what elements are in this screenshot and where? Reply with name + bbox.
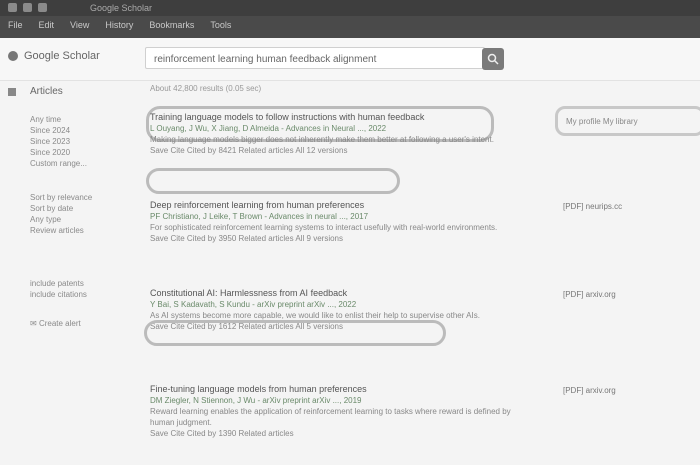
result-links[interactable]: Save Cite Cited by 3950 Related articles… xyxy=(150,233,520,244)
result-title[interactable]: Constitutional AI: Harmlessness from AI … xyxy=(150,288,520,299)
result-title[interactable]: Training language models to follow instr… xyxy=(150,112,520,123)
articles-icon xyxy=(8,88,16,96)
sidebar-item-review-articles[interactable]: Review articles xyxy=(30,225,92,236)
result-item: Deep reinforcement learning from human p… xyxy=(150,200,520,244)
sidebar-item-sort-relevance[interactable]: Sort by relevance xyxy=(30,192,92,203)
include-filter: include patents include citations xyxy=(30,278,87,300)
result-links[interactable]: Save Cite Cited by 8421 Related articles… xyxy=(150,145,520,156)
logo[interactable]: Google Scholar xyxy=(8,50,100,62)
menu-item[interactable]: Edit xyxy=(39,20,55,30)
profile-box[interactable]: My profile My library xyxy=(555,106,700,136)
result-links[interactable]: Save Cite Cited by 1390 Related articles xyxy=(150,428,520,439)
pdf-label[interactable]: [PDF] neurips.cc xyxy=(563,202,622,211)
include-citations-checkbox[interactable]: include citations xyxy=(30,289,87,300)
scholar-header: Google Scholar xyxy=(0,38,700,81)
result-item: Training language models to follow instr… xyxy=(150,112,520,156)
window-controls xyxy=(8,3,47,12)
result-snippet: For sophisticated reinforcement learning… xyxy=(150,223,498,232)
menu-bar: File Edit View History Bookmarks Tools xyxy=(8,20,231,30)
menu-item[interactable]: Bookmarks xyxy=(149,20,194,30)
menu-item[interactable]: File xyxy=(8,20,23,30)
profile-links[interactable]: My profile My library xyxy=(566,117,638,126)
menu-item[interactable]: View xyxy=(70,20,89,30)
result-title[interactable]: Deep reinforcement learning from human p… xyxy=(150,200,520,211)
search-box[interactable] xyxy=(145,47,485,70)
sidebar-item-since-2020[interactable]: Since 2020 xyxy=(30,147,87,158)
browser-chrome: Google Scholar File Edit View History Bo… xyxy=(0,0,700,38)
annotation-oval xyxy=(144,320,446,346)
sort-filter: Sort by relevance Sort by date Any type … xyxy=(30,192,92,236)
sidebar-title: Articles xyxy=(8,86,63,97)
minimize-window-icon[interactable] xyxy=(23,3,32,12)
menu-icon[interactable] xyxy=(8,51,18,61)
result-snippet: Making language models bigger does not i… xyxy=(150,135,494,144)
create-alert-link[interactable]: ✉ Create alert xyxy=(30,318,81,329)
tab-title[interactable]: Google Scholar xyxy=(90,3,152,13)
include-patents-checkbox[interactable]: include patents xyxy=(30,278,87,289)
sidebar-item-since-2024[interactable]: Since 2024 xyxy=(30,125,87,136)
close-window-icon[interactable] xyxy=(8,3,17,12)
pdf-label[interactable]: [PDF] arxiv.org xyxy=(563,290,616,299)
create-alert[interactable]: ✉ Create alert xyxy=(30,318,81,329)
create-alert-label: Create alert xyxy=(38,319,81,328)
maximize-window-icon[interactable] xyxy=(38,3,47,12)
sidebar-item-any-time[interactable]: Any time xyxy=(30,114,87,125)
alert-icon: ✉ xyxy=(30,319,39,328)
sidebar-item-since-2023[interactable]: Since 2023 xyxy=(30,136,87,147)
search-input[interactable] xyxy=(146,48,476,70)
pdf-link[interactable]: [PDF] neurips.cc xyxy=(563,202,622,211)
logo-text: Google Scholar xyxy=(24,50,100,62)
sidebar-item-any-type[interactable]: Any type xyxy=(30,214,92,225)
result-authors: L Ouyang, J Wu, X Jiang, D Almeida - Adv… xyxy=(150,124,387,133)
time-filter: Any time Since 2024 Since 2023 Since 202… xyxy=(30,114,87,169)
search-button[interactable] xyxy=(482,48,504,70)
result-authors: PF Christiano, J Leike, T Brown - Advanc… xyxy=(150,212,369,221)
result-title[interactable]: Fine-tuning language models from human p… xyxy=(150,384,520,395)
result-snippet: Reward learning enables the application … xyxy=(150,407,511,427)
result-item: Fine-tuning language models from human p… xyxy=(150,384,520,439)
pdf-link[interactable]: [PDF] arxiv.org xyxy=(563,386,616,395)
annotation-oval xyxy=(146,168,400,194)
tab-strip: Google Scholar xyxy=(0,0,700,16)
menu-item[interactable]: Tools xyxy=(210,20,231,30)
sidebar-item-custom-range[interactable]: Custom range... xyxy=(30,158,87,169)
articles-label[interactable]: Articles xyxy=(30,86,63,97)
search-icon xyxy=(487,53,499,65)
result-authors: DM Ziegler, N Stiennon, J Wu - arXiv pre… xyxy=(150,396,362,405)
results-count: About 42,800 results (0.05 sec) xyxy=(150,84,262,93)
pdf-link[interactable]: [PDF] arxiv.org xyxy=(563,290,616,299)
menu-item[interactable]: History xyxy=(105,20,133,30)
result-authors: Y Bai, S Kadavath, S Kundu - arXiv prepr… xyxy=(150,300,357,309)
sidebar-item-sort-date[interactable]: Sort by date xyxy=(30,203,92,214)
pdf-label[interactable]: [PDF] arxiv.org xyxy=(563,386,616,395)
